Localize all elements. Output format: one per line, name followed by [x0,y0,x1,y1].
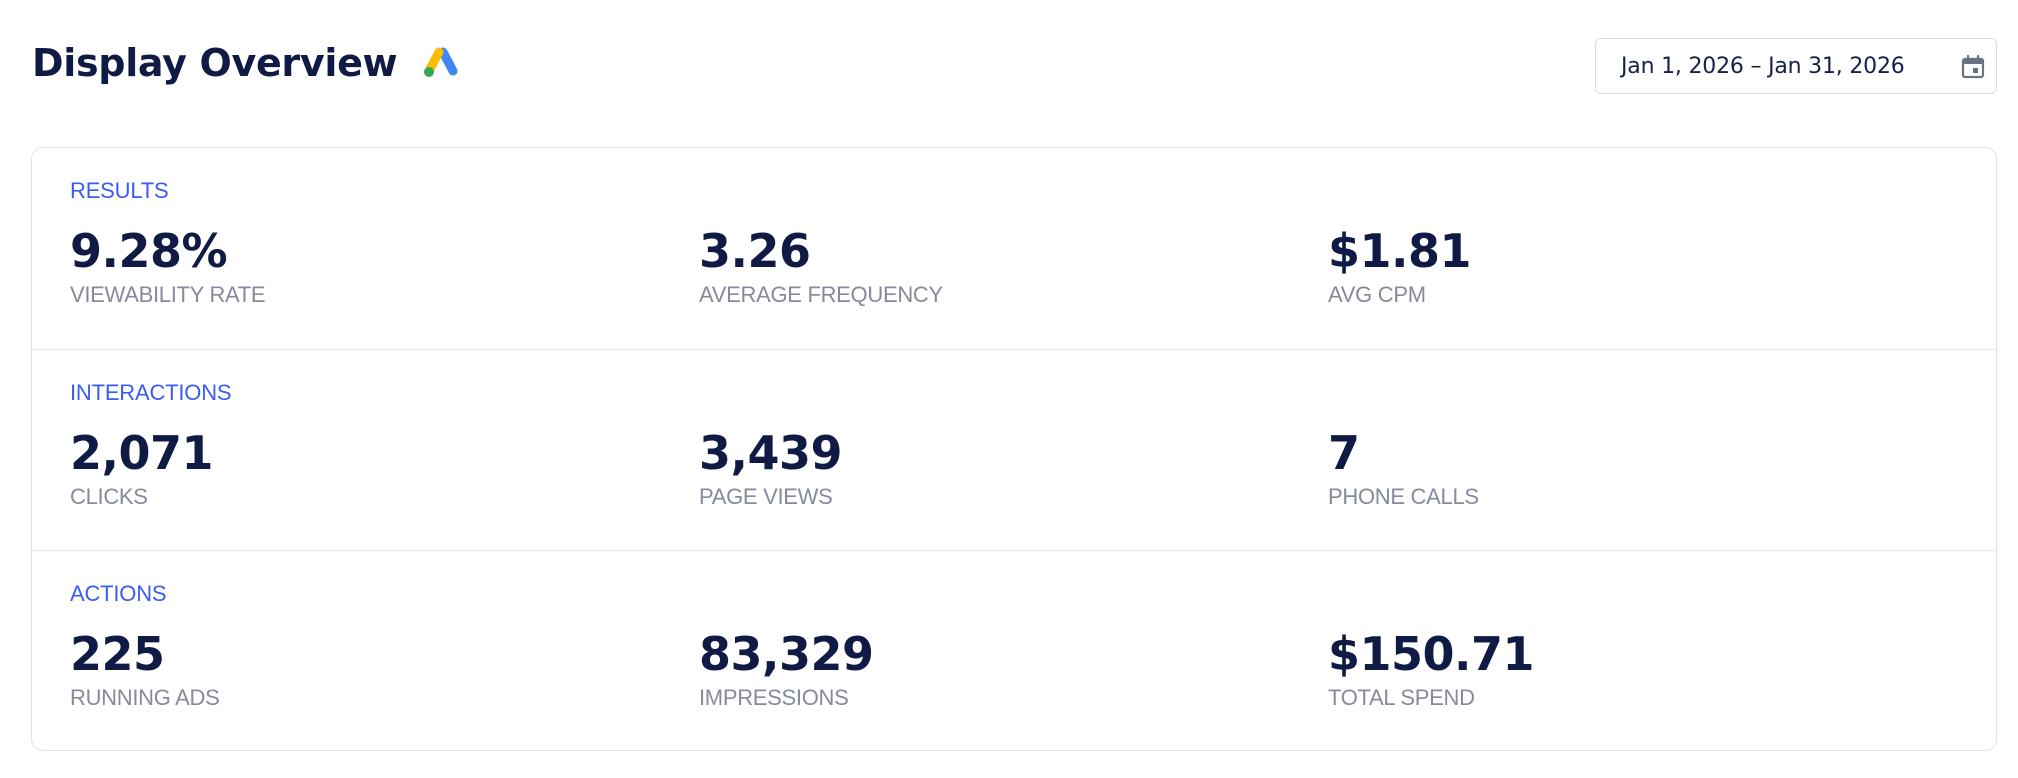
metric-value: 3,439 [699,426,843,480]
section-interactions: INTERACTIONS 2,071 CLICKS 3,439 PAGE VIE… [32,349,1996,550]
metric-label: TOTAL SPEND [1328,685,1475,710]
metric-label: AVERAGE FREQUENCY [699,282,943,307]
metric-value: $1.81 [1328,224,1472,278]
metric-label: IMPRESSIONS [699,685,849,710]
date-range-value: Jan 1, 2026 – Jan 31, 2026 [1621,54,1905,79]
metric-total-spend: $150.71 TOTAL SPEND [1328,631,1948,709]
calendar-icon[interactable] [1960,54,1986,80]
metrics-panel: RESULTS 9.28% VIEWABILITY RATE 3.26 AVER… [31,147,1997,751]
section-actions: ACTIONS 225 RUNNING ADS 83,329 IMPRESSIO… [32,550,1996,751]
title-group: Display Overview [32,44,459,82]
metric-value: 2,071 [70,426,214,480]
metric-value: $150.71 [1328,627,1535,681]
metric-value: 83,329 [699,627,874,681]
metric-label: PHONE CALLS [1328,484,1479,509]
section-heading: RESULTS [70,178,169,203]
metric-page-views: 3,439 PAGE VIEWS [699,430,1319,508]
metric-label: PAGE VIEWS [699,484,833,509]
metric-value: 9.28% [70,224,228,278]
metric-impressions: 83,329 IMPRESSIONS [699,631,1319,709]
metric-label: RUNNING ADS [70,685,220,710]
page-title: Display Overview [32,41,398,85]
metric-running-ads: 225 RUNNING ADS [70,631,690,709]
metric-label: VIEWABILITY RATE [70,282,266,307]
metric-value: 3.26 [699,224,811,278]
section-heading: ACTIONS [70,581,167,606]
page-header: Display Overview Jan 1, 2026 – Jan 31, 2… [32,38,1997,100]
metric-avg-cpm: $1.81 AVG CPM [1328,228,1948,306]
metric-value: 225 [70,627,165,681]
date-range-picker[interactable]: Jan 1, 2026 – Jan 31, 2026 [1595,38,1997,94]
metric-value: 7 [1328,426,1360,480]
metric-viewability-rate: 9.28% VIEWABILITY RATE [70,228,690,306]
google-ads-logo-icon [423,46,459,80]
metric-phone-calls: 7 PHONE CALLS [1328,430,1948,508]
metric-average-frequency: 3.26 AVERAGE FREQUENCY [699,228,1319,306]
metric-label: AVG CPM [1328,282,1426,307]
metric-clicks: 2,071 CLICKS [70,430,690,508]
metric-label: CLICKS [70,484,148,509]
section-heading: INTERACTIONS [70,380,232,405]
section-results: RESULTS 9.28% VIEWABILITY RATE 3.26 AVER… [32,148,1996,349]
